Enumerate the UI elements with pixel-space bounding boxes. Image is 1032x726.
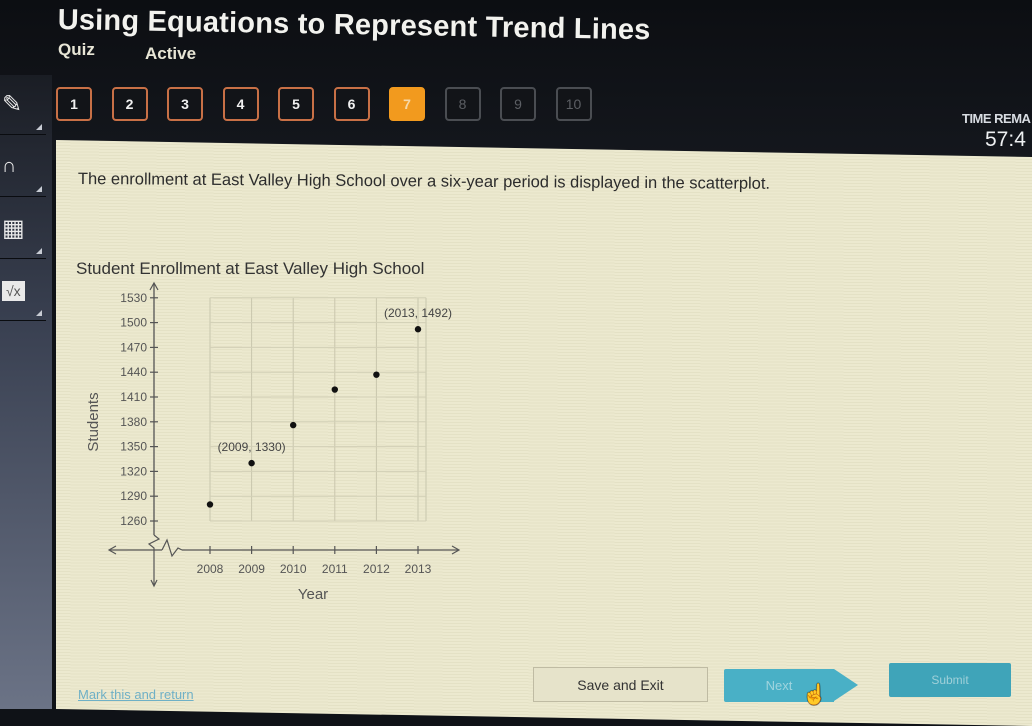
question-8-button: 8 xyxy=(444,87,481,121)
formula-icon: √x xyxy=(2,280,25,301)
x-tick-label: 2010 xyxy=(280,562,307,576)
point-annotation: (2009, 1330) xyxy=(218,440,286,454)
x-axis-label: Year xyxy=(298,586,328,603)
question-7-button[interactable]: 7 xyxy=(389,87,425,121)
formula-tool-button[interactable]: √x xyxy=(0,261,46,321)
y-tick-label: 1260 xyxy=(120,514,147,528)
hand-cursor-icon: ☝ xyxy=(802,684,827,706)
y-axis-label: Students xyxy=(85,392,102,451)
x-tick-label: 2011 xyxy=(322,562,348,576)
next-button-arrow[interactable] xyxy=(834,669,858,701)
audio-tool-button[interactable]: ∩ xyxy=(0,137,46,197)
question-3-button[interactable]: 3 xyxy=(167,87,203,121)
question-4-button[interactable]: 4 xyxy=(222,87,259,121)
scatterplot-container: Student Enrollment at East Valley High S… xyxy=(60,250,500,615)
calculator-tool-button[interactable]: ▦ xyxy=(0,199,46,259)
x-tick-label: 2009 xyxy=(238,562,265,576)
question-9-button: 9 xyxy=(500,87,536,121)
pencil-icon: ✎ xyxy=(2,91,23,118)
tools-sidebar: ✎ ∩ ▦ √x xyxy=(0,75,52,709)
question-6-button[interactable]: 6 xyxy=(333,87,370,121)
chart-title: Student Enrollment at East Valley High S… xyxy=(76,259,424,278)
pencil-tool-button[interactable]: ✎ xyxy=(0,75,46,135)
x-tick-label: 2008 xyxy=(197,562,224,576)
y-tick-label: 1530 xyxy=(120,291,147,305)
mark-and-return-link[interactable]: Mark this and return xyxy=(78,687,194,702)
y-tick-label: 1380 xyxy=(120,415,147,429)
y-tick-label: 1410 xyxy=(120,390,147,404)
question-1-button[interactable]: 1 xyxy=(56,87,92,121)
x-axis-break-icon xyxy=(161,538,183,558)
y-tick-label: 1290 xyxy=(120,489,147,503)
y-tick-label: 1350 xyxy=(120,440,147,454)
status-label: Active xyxy=(145,44,197,63)
x-tick-label: 2013 xyxy=(405,562,432,576)
calculator-icon: ▦ xyxy=(2,215,25,242)
submit-button[interactable]: Submit xyxy=(889,663,1011,697)
point-annotation: (2013, 1492) xyxy=(384,306,452,320)
y-tick-label: 1320 xyxy=(120,464,147,478)
activity-type-label: Quiz xyxy=(58,40,95,59)
expand-corner-icon xyxy=(36,248,42,254)
save-and-exit-button[interactable]: Save and Exit xyxy=(533,667,708,702)
y-tick-label: 1470 xyxy=(120,340,147,354)
question-10-button: 10 xyxy=(555,87,592,121)
expand-corner-icon xyxy=(36,310,42,316)
question-navigator: 1 2 3 4 5 6 7 8 9 10 xyxy=(56,87,611,121)
x-tick-label: 2012 xyxy=(363,562,390,576)
data-point xyxy=(248,459,255,467)
time-remaining-label: TIME REMA xyxy=(962,111,1031,126)
question-2-button[interactable]: 2 xyxy=(111,87,148,121)
data-point xyxy=(290,421,297,429)
question-5-button[interactable]: 5 xyxy=(278,87,314,121)
quiz-header: Using Equations to Represent Trend Lines… xyxy=(0,0,1032,160)
data-point xyxy=(373,371,380,378)
headphones-icon: ∩ xyxy=(2,155,17,177)
data-point xyxy=(331,386,338,393)
y-tick-label: 1500 xyxy=(120,316,147,330)
expand-corner-icon xyxy=(36,186,42,192)
scatterplot: Student Enrollment at East Valley High S… xyxy=(76,259,461,603)
expand-corner-icon xyxy=(36,124,42,130)
y-axis-break-icon xyxy=(147,534,161,550)
y-tick-label: 1440 xyxy=(120,365,147,379)
page-title: Using Equations to Represent Trend Lines xyxy=(57,4,651,47)
time-remaining-value: 57:4 xyxy=(985,128,1026,151)
data-point xyxy=(414,326,422,333)
data-point xyxy=(206,501,214,508)
